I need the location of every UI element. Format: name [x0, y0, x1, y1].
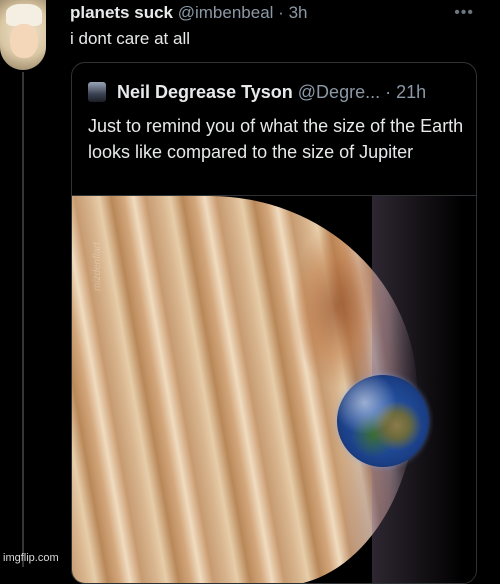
quoted-separator-dot: ·	[385, 82, 392, 102]
separator-dot: ·	[278, 3, 284, 22]
avatar-hat	[6, 4, 42, 26]
more-horizontal-icon[interactable]: •••	[454, 4, 474, 22]
quoted-tweet-card[interactable]: Neil Degrease Tyson @Degre... · 21h Just…	[71, 62, 477, 584]
thread-line	[22, 72, 24, 567]
tweet-header: planets suck @imbenbeal · 3h	[70, 2, 308, 24]
tweet-text: i dont care at all	[70, 29, 191, 48]
quoted-author-name: Neil Degrease Tyson	[117, 82, 293, 102]
quoted-tweet-header: Neil Degrease Tyson @Degre... · 21h	[88, 80, 426, 104]
imgflip-watermark: imgflip.com	[3, 552, 59, 564]
quoted-tweet-time: 21h	[396, 82, 427, 102]
quoted-tweet-text: Just to remind you of what the size of t…	[88, 116, 464, 162]
author-name[interactable]: planets suck	[70, 3, 173, 22]
quoted-tweet-image[interactable]: mizdenflart	[72, 195, 476, 583]
image-watermark: mizdenflart	[92, 242, 103, 291]
tweet-time[interactable]: 3h	[289, 3, 308, 22]
quoted-author-avatar	[88, 82, 106, 102]
avatar-face	[10, 24, 38, 58]
earth-image	[337, 375, 429, 467]
author-handle[interactable]: @imbenbeal	[178, 3, 274, 22]
author-avatar[interactable]	[0, 0, 46, 70]
quoted-author-handle: @Degre...	[297, 82, 381, 102]
